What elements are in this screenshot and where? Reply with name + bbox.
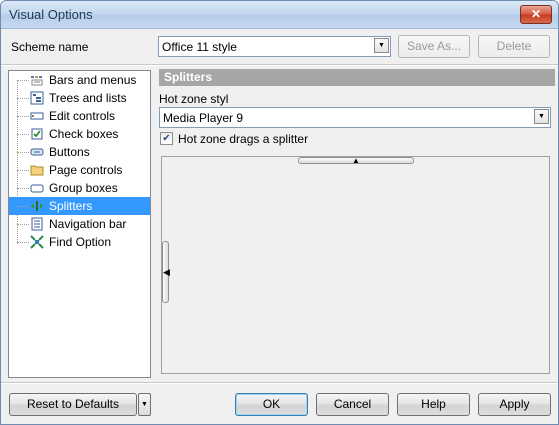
ok-button[interactable]: OK [235, 393, 308, 416]
tree-item-trees-and-lists[interactable]: Trees and lists [9, 89, 150, 107]
hot-zone-drags-label: Hot zone drags a splitter [178, 132, 309, 146]
tree-connector [17, 224, 29, 225]
title-bar[interactable]: Visual Options ✕ [1, 1, 558, 29]
tree-item-navigation-bar[interactable]: Navigation bar [9, 215, 150, 233]
divider [1, 382, 558, 384]
tree-connector [17, 152, 29, 153]
hot-zone-style-label: Hot zone styl [159, 92, 229, 106]
apply-button[interactable]: Apply [478, 393, 551, 416]
tree-item-find-option[interactable]: Find Option [9, 233, 150, 251]
navigation-bar-icon [31, 217, 43, 231]
tree-item-label: Check boxes [49, 127, 119, 141]
tree-item-splitters[interactable]: Splitters [9, 197, 150, 215]
save-as-button[interactable]: Save As... [398, 35, 470, 58]
scheme-name-value: Office 11 style [162, 40, 237, 54]
chevron-down-icon[interactable]: ▼ [374, 38, 389, 53]
splitter-icon [31, 201, 43, 211]
tree-connector [17, 98, 29, 99]
reset-to-defaults-button[interactable]: Reset to Defaults [9, 393, 137, 416]
tree-item-label: Group boxes [49, 181, 118, 195]
close-button[interactable]: ✕ [520, 5, 552, 24]
hot-zone-style-value: Media Player 9 [163, 111, 244, 125]
visual-options-window: Visual Options ✕ Scheme name Office 11 s… [0, 0, 559, 425]
reset-dropdown-button[interactable]: ▼ [138, 393, 151, 416]
help-button[interactable]: Help [397, 393, 470, 416]
window-title: Visual Options [9, 7, 93, 22]
tree-item-page-controls[interactable]: Page controls [9, 161, 150, 179]
trees-lists-icon [30, 91, 44, 105]
tree-item-edit-controls[interactable]: Edit controls [9, 107, 150, 125]
tree-item-check-boxes[interactable]: Check boxes [9, 125, 150, 143]
tree-connector [17, 170, 29, 171]
chevron-left-icon[interactable]: ◀ [163, 267, 170, 277]
hot-zone-style-select[interactable]: Media Player 9 ▼ [159, 107, 551, 128]
options-tree[interactable]: Bars and menus Trees and lists Edit cont… [8, 70, 151, 378]
scheme-name-label: Scheme name [11, 40, 89, 54]
tree-item-label: Find Option [49, 235, 112, 249]
button-icon [30, 148, 44, 156]
vertical-splitter[interactable]: ◀ [162, 241, 170, 303]
splitter-preview-area [161, 156, 550, 374]
bars-menus-icon [31, 76, 43, 86]
edit-controls-icon [30, 112, 44, 120]
group-box-icon [30, 184, 44, 193]
cancel-button[interactable]: Cancel [316, 393, 389, 416]
tree-item-label: Edit controls [49, 109, 116, 123]
tree-connector [17, 188, 29, 189]
tree-connector [17, 80, 29, 81]
tree-connector [17, 206, 29, 207]
tree-item-bars-and-menus[interactable]: Bars and menus [9, 71, 150, 89]
tree-item-label: Splitters [49, 199, 93, 213]
chevron-up-icon[interactable]: ▲ [352, 156, 360, 165]
tree-connector [17, 116, 29, 117]
tree-connector [17, 242, 29, 243]
tree-item-label: Buttons [49, 145, 90, 159]
delete-button[interactable]: Delete [478, 35, 550, 58]
tree-item-buttons[interactable]: Buttons [9, 143, 150, 161]
divider [1, 64, 558, 66]
folder-icon [30, 165, 44, 176]
horizontal-splitter[interactable]: ▲ [298, 156, 414, 165]
tree-item-label: Navigation bar [49, 217, 127, 231]
tree-item-label: Trees and lists [49, 91, 127, 105]
tree-connector [17, 134, 29, 135]
scheme-name-select[interactable]: Office 11 style ▼ [158, 36, 391, 57]
chevron-down-icon: ▼ [141, 401, 148, 408]
tree-item-label: Bars and menus [49, 73, 137, 87]
find-option-icon [30, 235, 44, 249]
checkbox-icon [31, 128, 43, 140]
chevron-down-icon[interactable]: ▼ [534, 109, 549, 124]
hot-zone-drags-checkbox[interactable]: ✔ [160, 132, 173, 145]
tree-item-group-boxes[interactable]: Group boxes [9, 179, 150, 197]
section-header: Splitters [159, 69, 555, 86]
tree-item-label: Page controls [49, 163, 123, 177]
